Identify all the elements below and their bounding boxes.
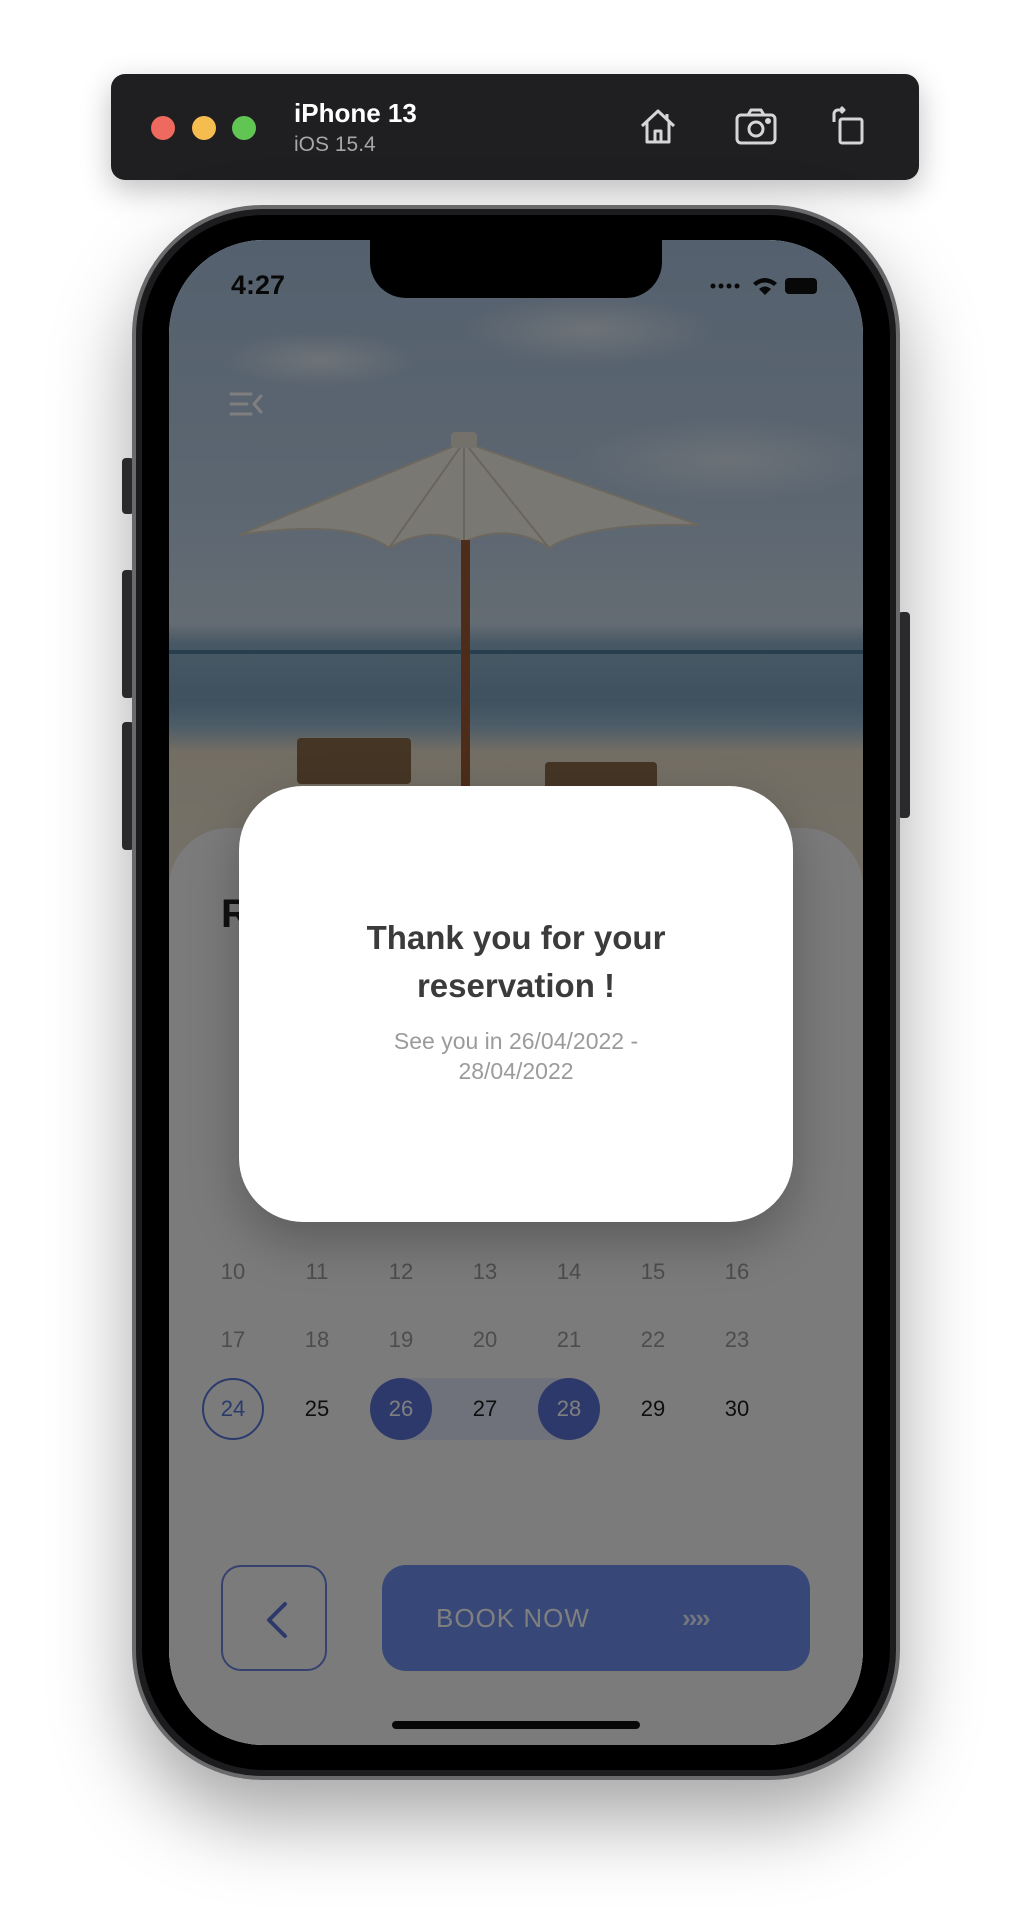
zoom-window-button[interactable] — [232, 116, 256, 140]
rotate-icon[interactable] — [826, 104, 870, 148]
close-window-button[interactable] — [151, 116, 175, 140]
modal-subtitle: See you in 26/04/2022 - 28/04/2022 — [393, 1028, 639, 1084]
reservation-confirmation-modal: Thank you for your reservation ! See you… — [239, 786, 793, 1222]
device-name: iPhone 13 — [294, 98, 417, 128]
device-os-version: iOS 15.4 — [294, 133, 376, 156]
minimize-window-button[interactable] — [192, 116, 216, 140]
screenshot-icon[interactable] — [734, 104, 778, 148]
phone-screen: 4:27 R 10 11 12 13 14 15 16 17 18 19 20 … — [169, 240, 863, 1745]
modal-title: Thank you for your reservation ! — [366, 919, 666, 1004]
home-icon[interactable] — [636, 104, 680, 148]
